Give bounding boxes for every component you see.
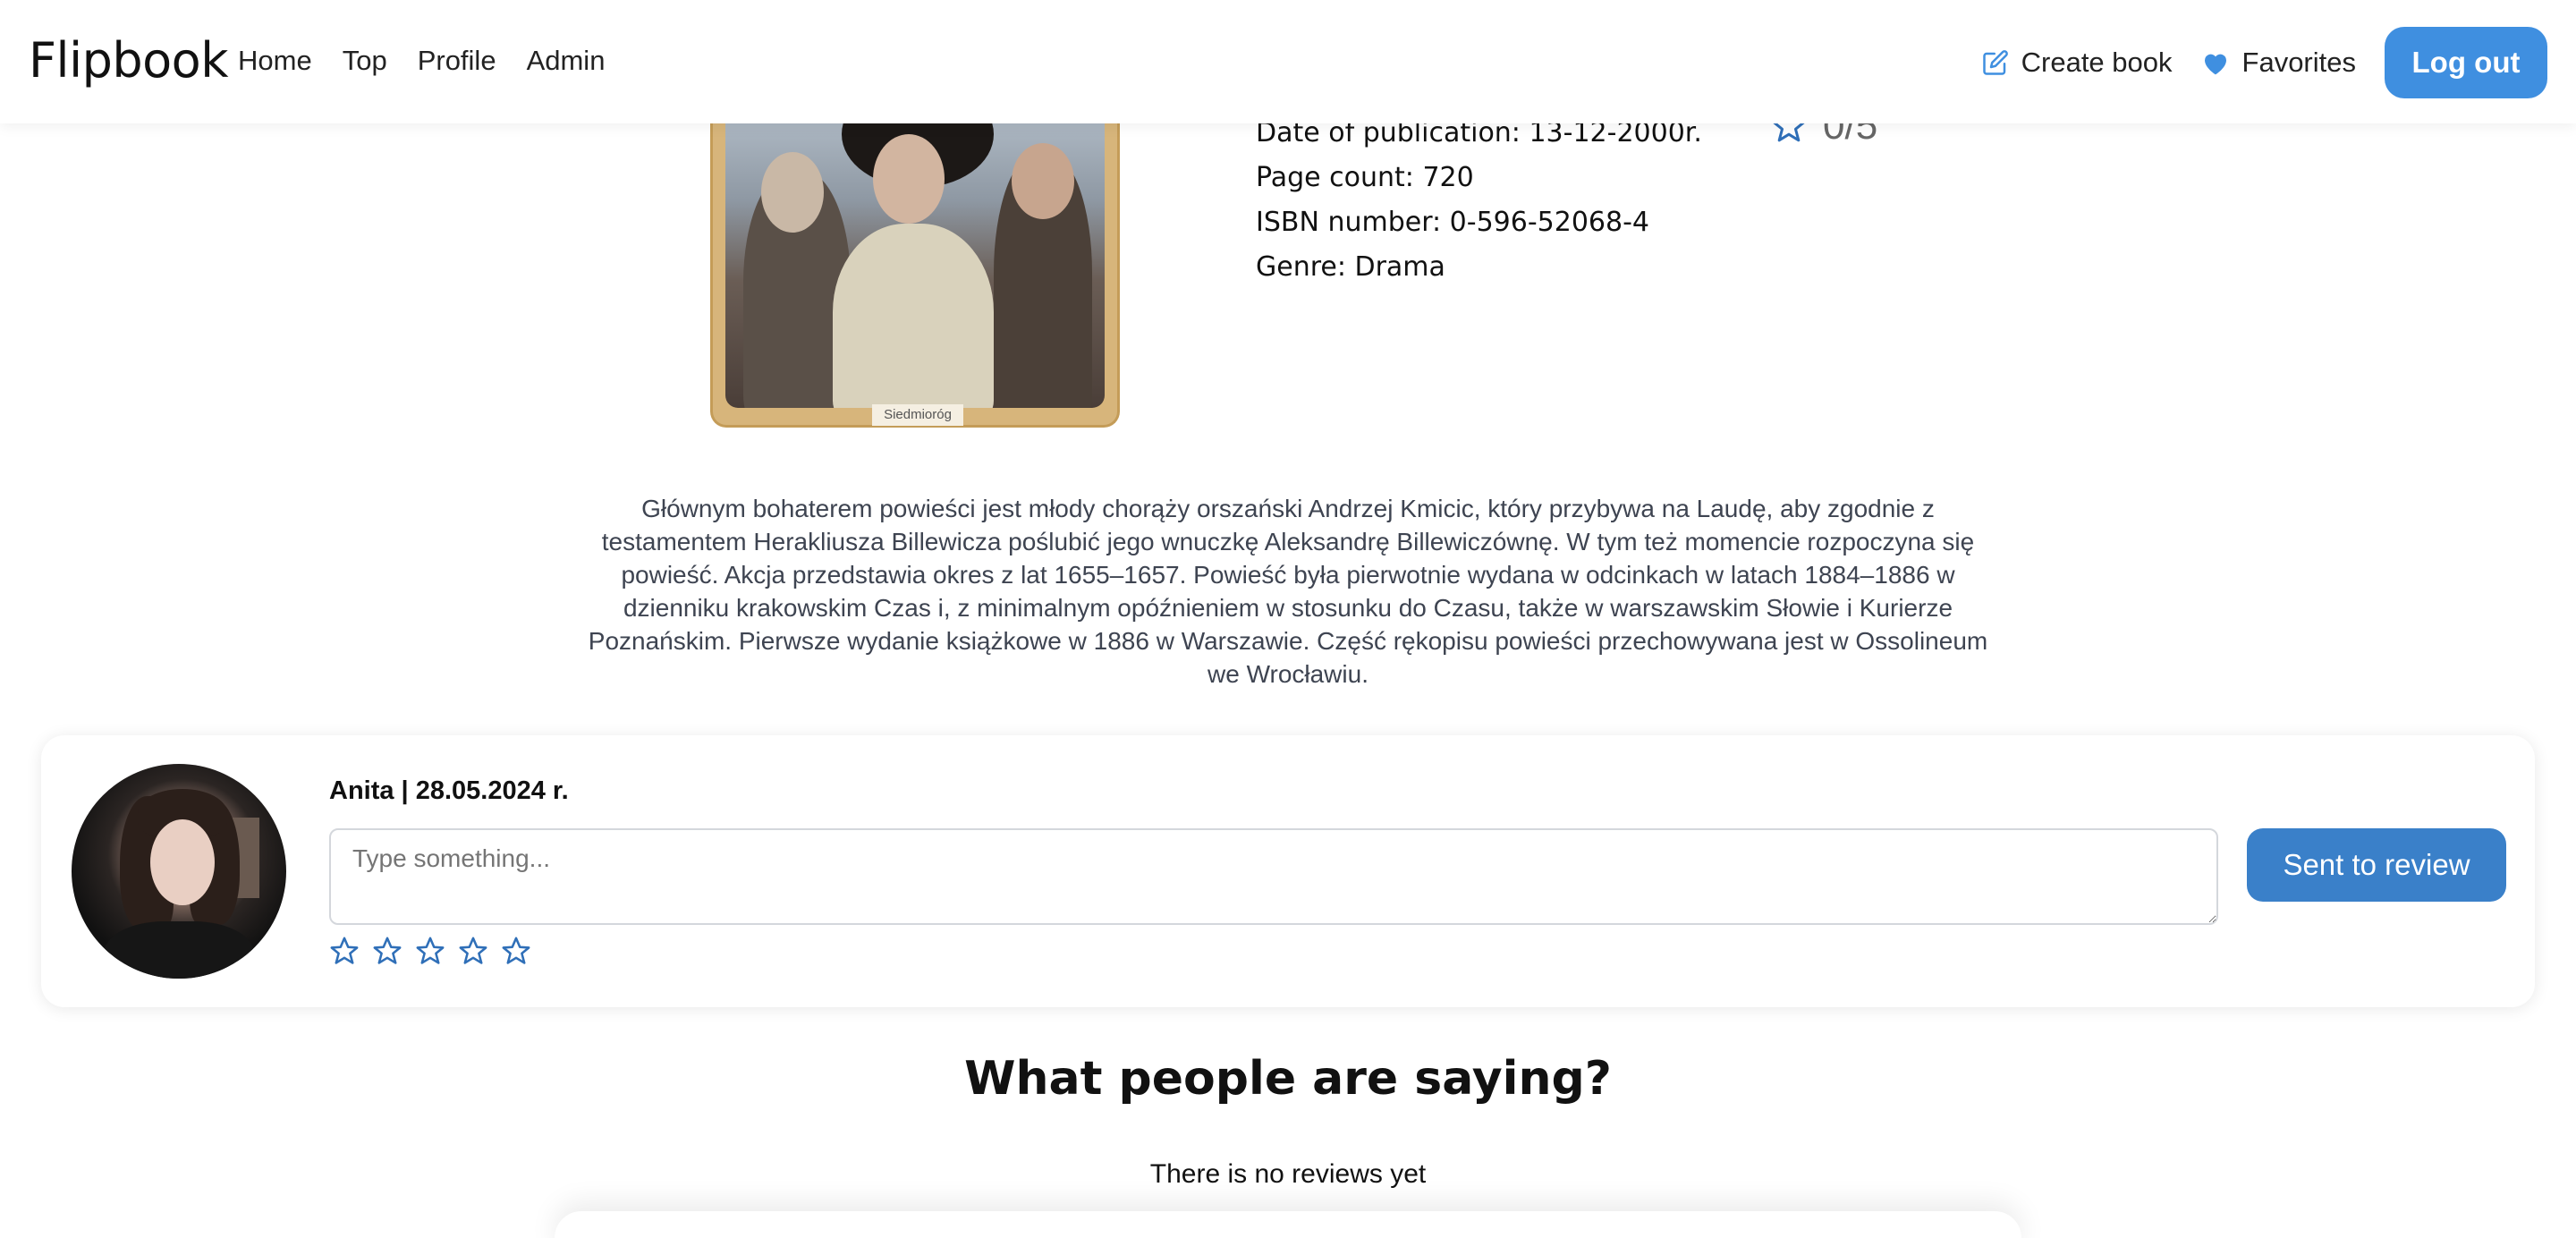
page-count: Page count: 720 [1256,162,1474,193]
favorites-label: Favorites [2241,47,2356,78]
nav-link-home[interactable]: Home [238,45,312,77]
cover-publisher-label: Siedmioróg [872,404,963,426]
cover-image [725,89,1105,408]
review-form: Anita | 28.05.2024 r. Sent to review [41,735,2535,1007]
create-book-link[interactable]: Create book [1982,47,2173,79]
reviews-heading: What people are saying? [964,1052,1612,1106]
nav-link-admin[interactable]: Admin [527,45,606,77]
empty-reviews-message: There is no reviews yet [1149,1159,1427,1189]
book-description: Głównym bohaterem powieści jest młody ch… [588,495,1988,688]
edit-icon [1982,50,2008,75]
star-4-icon[interactable] [458,936,488,966]
star-3-icon[interactable] [415,936,445,966]
nav-actions: Create book Favorites Log out [1982,27,2547,98]
brand-logo[interactable]: Flipbook [29,32,228,89]
nav-link-top[interactable]: Top [343,45,387,77]
book-details: Date of publication: 13-12-2000r. Page c… [1256,111,1702,290]
heart-icon [2204,54,2226,75]
create-book-label: Create book [2021,47,2173,78]
isbn-number: ISBN number: 0-596-52068-4 [1256,207,1649,238]
reviewer-name-date: Anita | 28.05.2024 r. [329,776,569,805]
favorites-link[interactable]: Favorites [2201,47,2356,79]
logout-button[interactable]: Log out [2385,27,2547,98]
avatar [72,764,286,979]
review-text-input[interactable] [329,828,2218,925]
nav-links: Home Top Profile Admin [238,45,635,77]
star-2-icon[interactable] [372,936,402,966]
send-review-button[interactable]: Sent to review [2247,828,2506,902]
rating-stars [329,936,544,966]
star-1-icon[interactable] [329,936,360,966]
book-cover: Siedmioróg [710,89,1120,428]
reviews-container [555,1211,2021,1238]
top-navbar: Flipbook Home Top Profile Admin Create b… [0,0,2576,123]
genre: Genre: Drama [1256,251,1445,283]
nav-link-profile[interactable]: Profile [418,45,496,77]
star-5-icon[interactable] [501,936,531,966]
